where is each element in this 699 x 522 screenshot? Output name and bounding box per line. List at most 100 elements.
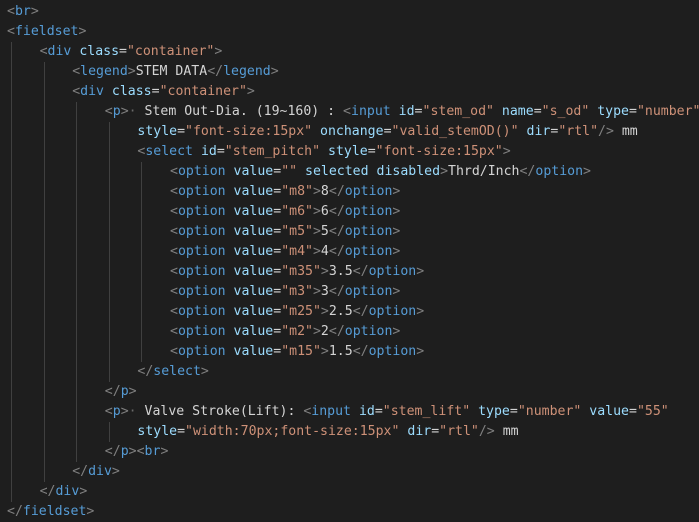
text: = <box>273 264 282 279</box>
punctuation: </ <box>328 184 345 199</box>
text: = <box>431 424 440 439</box>
code-line[interactable]: <fieldset> <box>7 22 86 42</box>
text: mm <box>613 124 638 139</box>
attribute-value: "m25" <box>281 304 321 319</box>
punctuation: </ <box>328 324 345 339</box>
tag-name: option <box>344 204 393 219</box>
attribute-name: onchange <box>320 124 384 139</box>
code-line[interactable]: <select id="stem_pitch" style="font-size… <box>137 142 510 162</box>
attribute-name: type <box>597 104 629 119</box>
punctuation: > <box>392 224 401 239</box>
punctuation: > <box>312 324 321 339</box>
punctuation: < <box>170 164 178 179</box>
code-line[interactable]: </div> <box>72 462 120 482</box>
text: 5 <box>320 224 329 239</box>
attribute-value: "m4" <box>281 244 313 259</box>
code-line[interactable]: <p>· Stem Out-Dia. (19~160) : <input id=… <box>105 102 699 122</box>
text: = <box>273 284 282 299</box>
text: = <box>216 144 225 159</box>
punctuation: > <box>111 464 120 479</box>
punctuation: > <box>320 344 329 359</box>
attribute-name: value <box>233 244 274 259</box>
code-line[interactable]: <div class="container"> <box>40 42 223 62</box>
punctuation: </ <box>352 264 369 279</box>
code-line[interactable]: <br> <box>7 2 39 22</box>
attribute-value: "number" <box>517 404 582 419</box>
text: = <box>273 224 282 239</box>
attribute-name: value <box>589 404 629 419</box>
text: = <box>177 124 186 139</box>
punctuation: </ <box>328 244 345 259</box>
text <box>226 264 234 279</box>
tag-name: option <box>368 264 417 279</box>
text <box>226 304 234 319</box>
punctuation: > <box>392 204 401 219</box>
punctuation: </ <box>352 344 369 359</box>
tag-name: option <box>344 184 393 199</box>
punctuation: </ <box>72 464 89 479</box>
attribute-name: value <box>233 344 274 359</box>
attribute-value: "valid_stemOD()" <box>391 124 519 139</box>
text: = <box>383 124 392 139</box>
punctuation: < <box>170 224 178 239</box>
code-line[interactable]: <option value="m15">1.5</option> <box>170 342 424 362</box>
punctuation: < <box>7 24 15 39</box>
punctuation: > <box>120 404 129 419</box>
punctuation: </ <box>104 444 121 459</box>
code-line[interactable]: <option value="m8">8</option> <box>170 182 400 202</box>
punctuation: > <box>30 4 39 19</box>
code-line[interactable]: <option value="m35">3.5</option> <box>170 262 424 282</box>
code-line[interactable]: <option value="m2">2</option> <box>170 322 400 342</box>
punctuation: > <box>392 184 401 199</box>
code-line[interactable]: <option value="" selected disabled>Thrd/… <box>170 162 591 182</box>
code-line[interactable]: </fieldset> <box>7 502 94 522</box>
attribute-value: "55" <box>636 404 669 419</box>
code-line[interactable]: <div class="container"> <box>72 82 255 102</box>
tag-name: fieldset <box>22 504 87 519</box>
attribute-value: "m3" <box>281 284 313 299</box>
attribute-name: style <box>137 424 178 439</box>
code-line[interactable]: <option value="m25">2.5</option> <box>170 302 424 322</box>
code-line[interactable]: style="font-size:15px" onchange="valid_s… <box>137 122 637 142</box>
punctuation: > <box>79 484 88 499</box>
punctuation: </ <box>328 284 345 299</box>
punctuation: </ <box>207 64 224 79</box>
code-line[interactable]: <option value="m6">6</option> <box>170 202 400 222</box>
text <box>193 144 201 159</box>
tag-name: br <box>144 444 161 459</box>
punctuation: > <box>312 204 321 219</box>
code-line[interactable]: <p>· Valve Stroke(Lift): <input id="stem… <box>105 402 669 422</box>
attribute-value: "s_od" <box>541 104 590 119</box>
code-editor[interactable]: <br> <fieldset> <div class="container"> <le… <box>0 0 699 521</box>
text: = <box>177 424 186 439</box>
punctuation: < <box>7 4 15 19</box>
code-line[interactable]: </p> <box>105 382 137 402</box>
punctuation: </ <box>137 364 154 379</box>
text <box>391 104 399 119</box>
text <box>297 164 305 179</box>
text <box>226 244 234 259</box>
punctuation: < <box>104 404 113 419</box>
punctuation: < <box>170 264 178 279</box>
text <box>226 164 234 179</box>
punctuation: > <box>86 504 95 519</box>
code-line[interactable]: <legend>STEM DATA</legend> <box>72 62 279 82</box>
attribute-name: class <box>79 44 120 59</box>
indent-guide <box>76 102 77 462</box>
code-line[interactable]: style="width:70px;font-size:15px" dir="r… <box>137 422 518 442</box>
code-line[interactable]: </div> <box>40 482 88 502</box>
attribute-name: value <box>233 164 274 179</box>
code-line[interactable]: <option value="m3">3</option> <box>170 282 400 302</box>
code-line[interactable]: </p><br> <box>105 442 169 462</box>
indent-guide <box>109 422 110 442</box>
attribute-name: value <box>233 324 274 339</box>
text <box>104 84 112 99</box>
text: 3 <box>320 284 329 299</box>
text: 1.5 <box>328 344 353 359</box>
tag-name: option <box>177 344 226 359</box>
punctuation: </ <box>39 484 56 499</box>
tag-name: option <box>177 244 226 259</box>
code-line[interactable]: <option value="m5">5</option> <box>170 222 400 242</box>
code-line[interactable]: </select> <box>137 362 208 382</box>
code-line[interactable]: <option value="m4">4</option> <box>170 242 400 262</box>
